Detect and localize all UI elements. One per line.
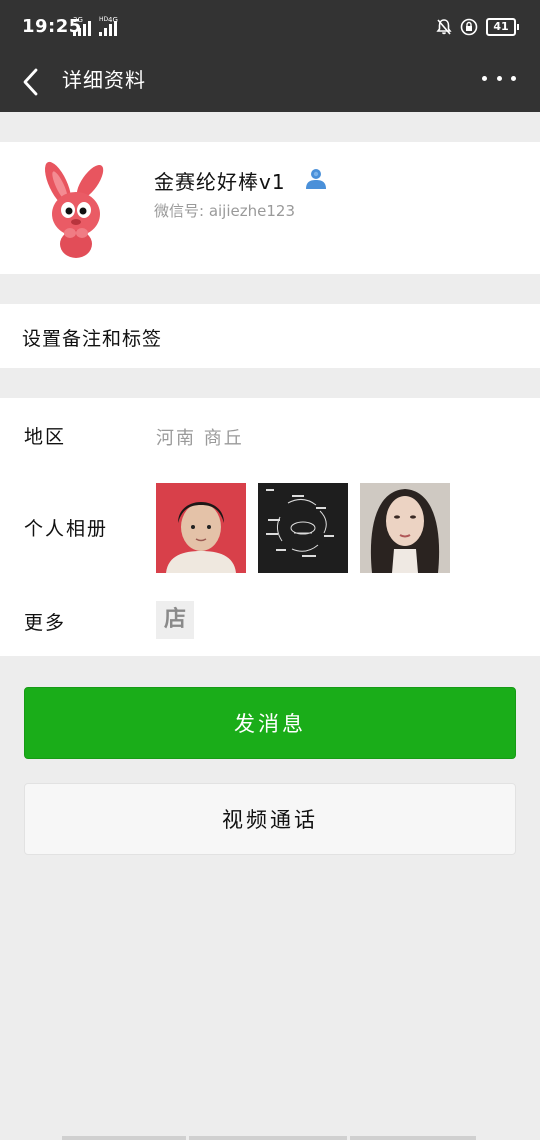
pink-bunny-avatar-icon bbox=[24, 156, 128, 260]
muted-bell-icon bbox=[436, 19, 452, 35]
title-bar: 详细资料 bbox=[0, 56, 540, 112]
avatar[interactable] bbox=[24, 156, 128, 260]
more-options-button[interactable] bbox=[482, 66, 516, 90]
back-button[interactable] bbox=[14, 62, 54, 102]
region-label: 地区 bbox=[24, 426, 67, 448]
personal-album[interactable] bbox=[156, 483, 450, 573]
status-bar: 19:25 3G HD 4G 41 bbox=[0, 0, 540, 56]
send-message-button[interactable]: 发消息 bbox=[24, 687, 516, 759]
wechat-id: 微信号: aijiezhe123 bbox=[154, 202, 295, 220]
album-label: 个人相册 bbox=[24, 518, 109, 540]
set-remark-and-tags-row[interactable]: 设置备注和标签 bbox=[0, 304, 540, 368]
shop-badge-icon[interactable]: 店 bbox=[156, 601, 194, 639]
person-icon bbox=[306, 169, 326, 189]
remark-label: 设置备注和标签 bbox=[22, 328, 163, 350]
page-title: 详细资料 bbox=[62, 68, 146, 92]
video-call-button[interactable]: 视频通话 bbox=[24, 783, 516, 855]
rotation-lock-icon bbox=[460, 18, 478, 36]
more-dots-icon bbox=[482, 75, 487, 81]
navigation-hint-bar bbox=[62, 1136, 478, 1140]
header: 19:25 3G HD 4G 41 详细资料 bbox=[0, 0, 540, 112]
album-photo-chalkboard[interactable] bbox=[258, 483, 348, 573]
signal-sim2-icon: HD 4G bbox=[99, 16, 123, 36]
battery-icon: 41 bbox=[486, 18, 519, 36]
region-value: 河南 商丘 bbox=[156, 428, 244, 449]
more-label: 更多 bbox=[24, 612, 67, 634]
album-photo-portrait-red[interactable] bbox=[156, 483, 246, 573]
screen: 19:25 3G HD 4G 41 详细资料 金赛纶好棒v1 微信号: aiji… bbox=[0, 0, 540, 1140]
album-photo-portrait-woman[interactable] bbox=[360, 483, 450, 573]
back-arrow-icon bbox=[23, 68, 38, 96]
profile-card: 金赛纶好棒v1 微信号: aijiezhe123 bbox=[0, 142, 540, 274]
nickname: 金赛纶好棒v1 bbox=[154, 170, 286, 194]
status-icons: 41 bbox=[436, 16, 519, 38]
info-card: 地区 河南 商丘 个人相册 更多 店 bbox=[0, 398, 540, 656]
signal-sim1-icon: 3G bbox=[73, 16, 93, 36]
